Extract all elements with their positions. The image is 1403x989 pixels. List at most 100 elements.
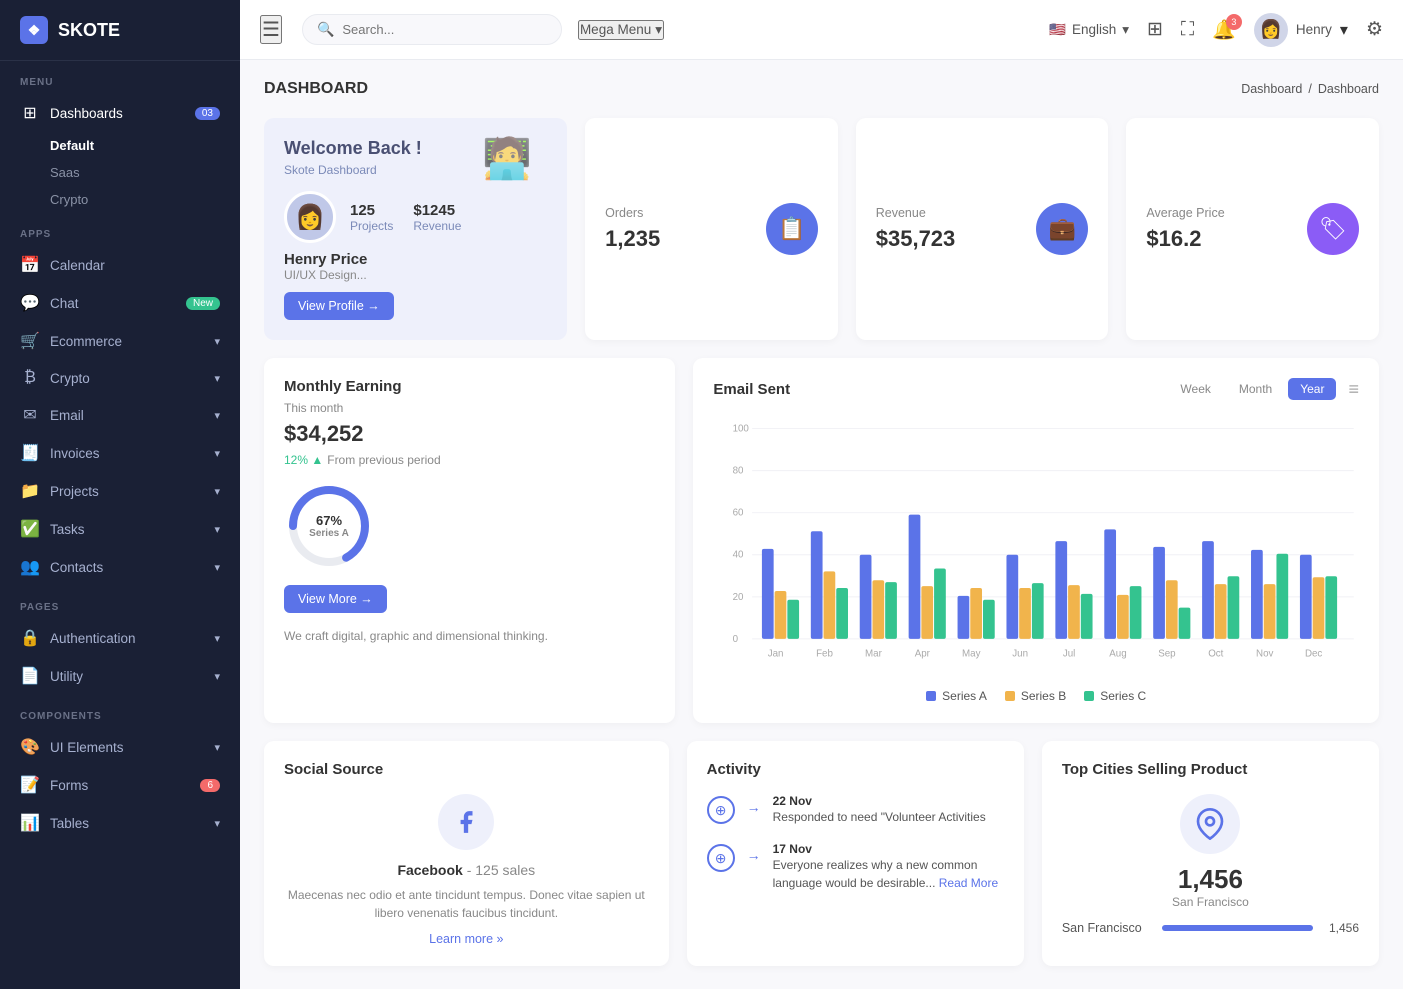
activity-content-2: 17 Nov Everyone realizes why a new commo… bbox=[773, 842, 1004, 892]
projects-value: 125 bbox=[350, 202, 393, 219]
projects-icon: 📁 bbox=[20, 481, 40, 501]
activity-title: Activity bbox=[707, 761, 1004, 778]
grid-button[interactable]: ⊞ bbox=[1147, 18, 1163, 41]
activity-content-1: 22 Nov Responded to need "Volunteer Acti… bbox=[773, 794, 986, 826]
sidebar-item-label: Invoices bbox=[50, 446, 100, 461]
activity-item-1: ⊕ → 22 Nov Responded to need "Volunteer … bbox=[707, 794, 1004, 826]
view-profile-button[interactable]: View Profile → bbox=[284, 292, 394, 320]
series-c-dot bbox=[1084, 691, 1094, 701]
sidebar-item-contacts[interactable]: 👥 Contacts ▾ bbox=[0, 548, 240, 586]
svg-text:Jun: Jun bbox=[1013, 648, 1029, 659]
language-label: English bbox=[1072, 22, 1116, 37]
tasks-icon: ✅ bbox=[20, 519, 40, 539]
chevron-down-icon: ▾ bbox=[214, 409, 220, 422]
projects-label: Projects bbox=[350, 219, 393, 233]
sidebar-item-ui-elements[interactable]: 🎨 UI Elements ▾ bbox=[0, 728, 240, 766]
period-month-button[interactable]: Month bbox=[1227, 378, 1284, 400]
chat-badge: New bbox=[186, 297, 220, 310]
chevron-down-icon: ▾ bbox=[214, 561, 220, 574]
sidebar-item-calendar[interactable]: 📅 Calendar bbox=[0, 246, 240, 284]
sidebar-item-utility[interactable]: 📄 Utility ▾ bbox=[0, 657, 240, 695]
profile-avatar: 👩 bbox=[284, 191, 336, 243]
revenue-value: $1245 bbox=[413, 202, 461, 219]
orders-value: 1,235 bbox=[605, 226, 660, 252]
fullscreen-button[interactable]: ⛶ bbox=[1181, 19, 1194, 41]
dashboards-icon: ⊞ bbox=[20, 103, 40, 123]
third-row: Social Source Facebook - 125 sales Maece… bbox=[264, 741, 1379, 966]
sidebar-item-crypto[interactable]: ₿ Crypto ▾ bbox=[0, 360, 240, 396]
logo-icon: ❖ bbox=[20, 16, 48, 44]
sidebar-item-tasks[interactable]: ✅ Tasks ▾ bbox=[0, 510, 240, 548]
sidebar-item-invoices[interactable]: 🧾 Invoices ▾ bbox=[0, 434, 240, 472]
series-a-label: Series A bbox=[942, 689, 987, 703]
sidebar-item-dashboards[interactable]: ⊞ Dashboards 03 bbox=[0, 94, 240, 132]
avg-price-icon: 🏷 bbox=[1307, 203, 1359, 255]
email-sent-card: Email Sent Week Month Year ≡ 100 bbox=[693, 358, 1379, 723]
search-box: 🔍 bbox=[302, 14, 562, 45]
orders-stat-card: Orders 1,235 📋 bbox=[585, 118, 838, 340]
invoices-icon: 🧾 bbox=[20, 443, 40, 463]
sidebar-item-projects[interactable]: 📁 Projects ▾ bbox=[0, 472, 240, 510]
sidebar-sub-saas[interactable]: Saas bbox=[0, 159, 240, 186]
chart-menu-icon[interactable]: ≡ bbox=[1348, 379, 1359, 400]
sidebar-item-ecommerce[interactable]: 🛒 Ecommerce ▾ bbox=[0, 322, 240, 360]
svg-text:Jul: Jul bbox=[1063, 648, 1075, 659]
svg-text:Apr: Apr bbox=[915, 648, 931, 659]
view-more-button[interactable]: View More → bbox=[284, 585, 387, 613]
notifications-button[interactable]: 🔔 3 bbox=[1212, 18, 1236, 42]
activity-arrow-1: → bbox=[747, 799, 761, 815]
breadcrumb-home: Dashboard bbox=[1241, 82, 1302, 96]
svg-text:Aug: Aug bbox=[1110, 648, 1127, 659]
sidebar-item-tables[interactable]: 📊 Tables ▾ bbox=[0, 804, 240, 842]
activity-text-1: Responded to need "Volunteer Activities bbox=[773, 808, 986, 826]
avg-price-value: $16.2 bbox=[1146, 226, 1224, 252]
crypto-icon: ₿ bbox=[20, 369, 40, 387]
cities-icon-wrap bbox=[1062, 794, 1359, 854]
activity-date-2: 17 Nov bbox=[773, 842, 1004, 856]
sidebar-item-email[interactable]: ✉ Email ▾ bbox=[0, 396, 240, 434]
legend-series-b: Series B bbox=[1005, 689, 1066, 703]
sidebar-item-forms[interactable]: 📝 Forms 6 bbox=[0, 766, 240, 804]
page-header: DASHBOARD Dashboard / Dashboard bbox=[264, 80, 1379, 98]
email-card-header: Email Sent Week Month Year ≡ bbox=[713, 378, 1359, 400]
bar-chart: 100 80 60 40 20 0 bbox=[713, 414, 1359, 679]
activity-text-2: Everyone realizes why a new common langu… bbox=[773, 856, 1004, 892]
location-pin-icon bbox=[1180, 794, 1240, 854]
svg-text:60: 60 bbox=[733, 508, 744, 519]
period-year-button[interactable]: Year bbox=[1288, 378, 1336, 400]
monthly-footer: We craft digital, graphic and dimensiona… bbox=[284, 627, 655, 645]
user-name-label: Henry bbox=[1296, 22, 1332, 37]
sidebar-sub-default[interactable]: Default bbox=[0, 132, 240, 159]
cards-row: Welcome Back ! Skote Dashboard 🧑‍💻 👩 125… bbox=[264, 118, 1379, 340]
learn-more-link[interactable]: Learn more » bbox=[284, 932, 649, 946]
welcome-illustration: 🧑‍💻 bbox=[447, 118, 567, 198]
sidebar-item-chat[interactable]: 💬 Chat New bbox=[0, 284, 240, 322]
search-input[interactable] bbox=[342, 22, 542, 37]
read-more-link[interactable]: Read More bbox=[939, 876, 998, 890]
logo[interactable]: ❖ SKOTE bbox=[0, 0, 240, 61]
activity-icon-1: ⊕ bbox=[707, 796, 735, 824]
sidebar-item-label: Utility bbox=[50, 669, 83, 684]
user-menu-button[interactable]: 👩 Henry ▾ bbox=[1254, 13, 1348, 47]
mega-menu-button[interactable]: Mega Menu ▾ bbox=[578, 20, 664, 40]
period-buttons: Week Month Year bbox=[1168, 378, 1336, 400]
monthly-change: 12% ▲ From previous period bbox=[284, 453, 655, 467]
flag-icon: 🇺🇸 bbox=[1049, 22, 1066, 38]
language-selector[interactable]: 🇺🇸 English ▾ bbox=[1049, 22, 1129, 38]
breadcrumb-current: Dashboard bbox=[1318, 82, 1379, 96]
sidebar-item-label: Projects bbox=[50, 484, 99, 499]
sidebar-item-authentication[interactable]: 🔒 Authentication ▾ bbox=[0, 619, 240, 657]
period-week-button[interactable]: Week bbox=[1168, 378, 1222, 400]
sidebar-sub-crypto[interactable]: Crypto bbox=[0, 186, 240, 213]
svg-text:Feb: Feb bbox=[816, 648, 833, 659]
svg-text:Dec: Dec bbox=[1305, 648, 1322, 659]
contacts-icon: 👥 bbox=[20, 557, 40, 577]
ui-elements-icon: 🎨 bbox=[20, 737, 40, 757]
logo-text: SKOTE bbox=[58, 20, 120, 41]
top-city-name: San Francisco bbox=[1062, 895, 1359, 909]
settings-button[interactable]: ⚙ bbox=[1366, 18, 1383, 41]
menu-toggle-button[interactable]: ☰ bbox=[260, 15, 282, 44]
city-name-sf: San Francisco bbox=[1062, 921, 1152, 935]
donut-chart: 67% Series A bbox=[284, 481, 374, 571]
profile-stats: 125 Projects $1245 Revenue bbox=[350, 202, 461, 233]
